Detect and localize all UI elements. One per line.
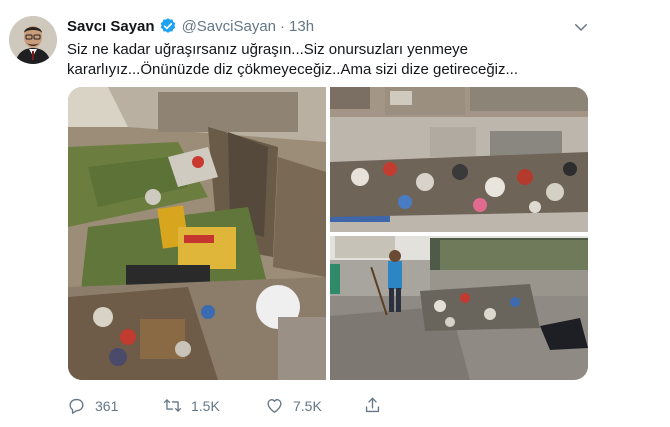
tweet-text: Siz ne kadar uğraşırsanız uğraşın...Siz …	[67, 40, 597, 80]
heart-icon	[267, 399, 282, 413]
photo-garbage-piles-road[interactable]	[330, 87, 588, 232]
retweet-icon	[163, 399, 182, 412]
media-grid	[68, 87, 588, 380]
like-button[interactable]: 7.5K	[265, 396, 322, 415]
photo-workers-sweeping-garbage[interactable]	[330, 236, 588, 380]
timestamp[interactable]: 13h	[289, 18, 314, 35]
tweet-actions: 361 1.5K 7.5K	[67, 396, 587, 416]
chevron-down-icon[interactable]	[572, 18, 590, 36]
share-button[interactable]	[363, 396, 382, 415]
separator-dot: ·	[280, 17, 286, 35]
user-handle[interactable]: @SavciSayan	[182, 18, 276, 35]
tweet-text-line: Siz ne kadar uğraşırsanız uğraşın...Siz …	[67, 41, 469, 58]
retweet-count: 1.5K	[191, 397, 220, 414]
display-name[interactable]: Savcı Sayan	[67, 18, 155, 35]
reply-icon	[69, 398, 84, 414]
avatar[interactable]	[9, 16, 57, 64]
reply-count: 361	[95, 397, 119, 414]
photo-garbage-bins-street[interactable]	[68, 87, 326, 380]
tweet[interactable]: Savcı Sayan @SavciSayan · 13h Siz ne kad…	[0, 0, 670, 427]
tweet-header: Savcı Sayan @SavciSayan · 13h	[67, 16, 314, 36]
verified-badge-icon	[159, 17, 177, 35]
reply-button[interactable]: 361	[67, 396, 118, 415]
like-count: 7.5K	[293, 397, 322, 414]
share-icon	[365, 397, 380, 413]
retweet-button[interactable]: 1.5K	[163, 396, 220, 415]
tweet-text-line: kararlıyız...Önünüzde diz çökmeyeceğiz..…	[67, 61, 519, 78]
